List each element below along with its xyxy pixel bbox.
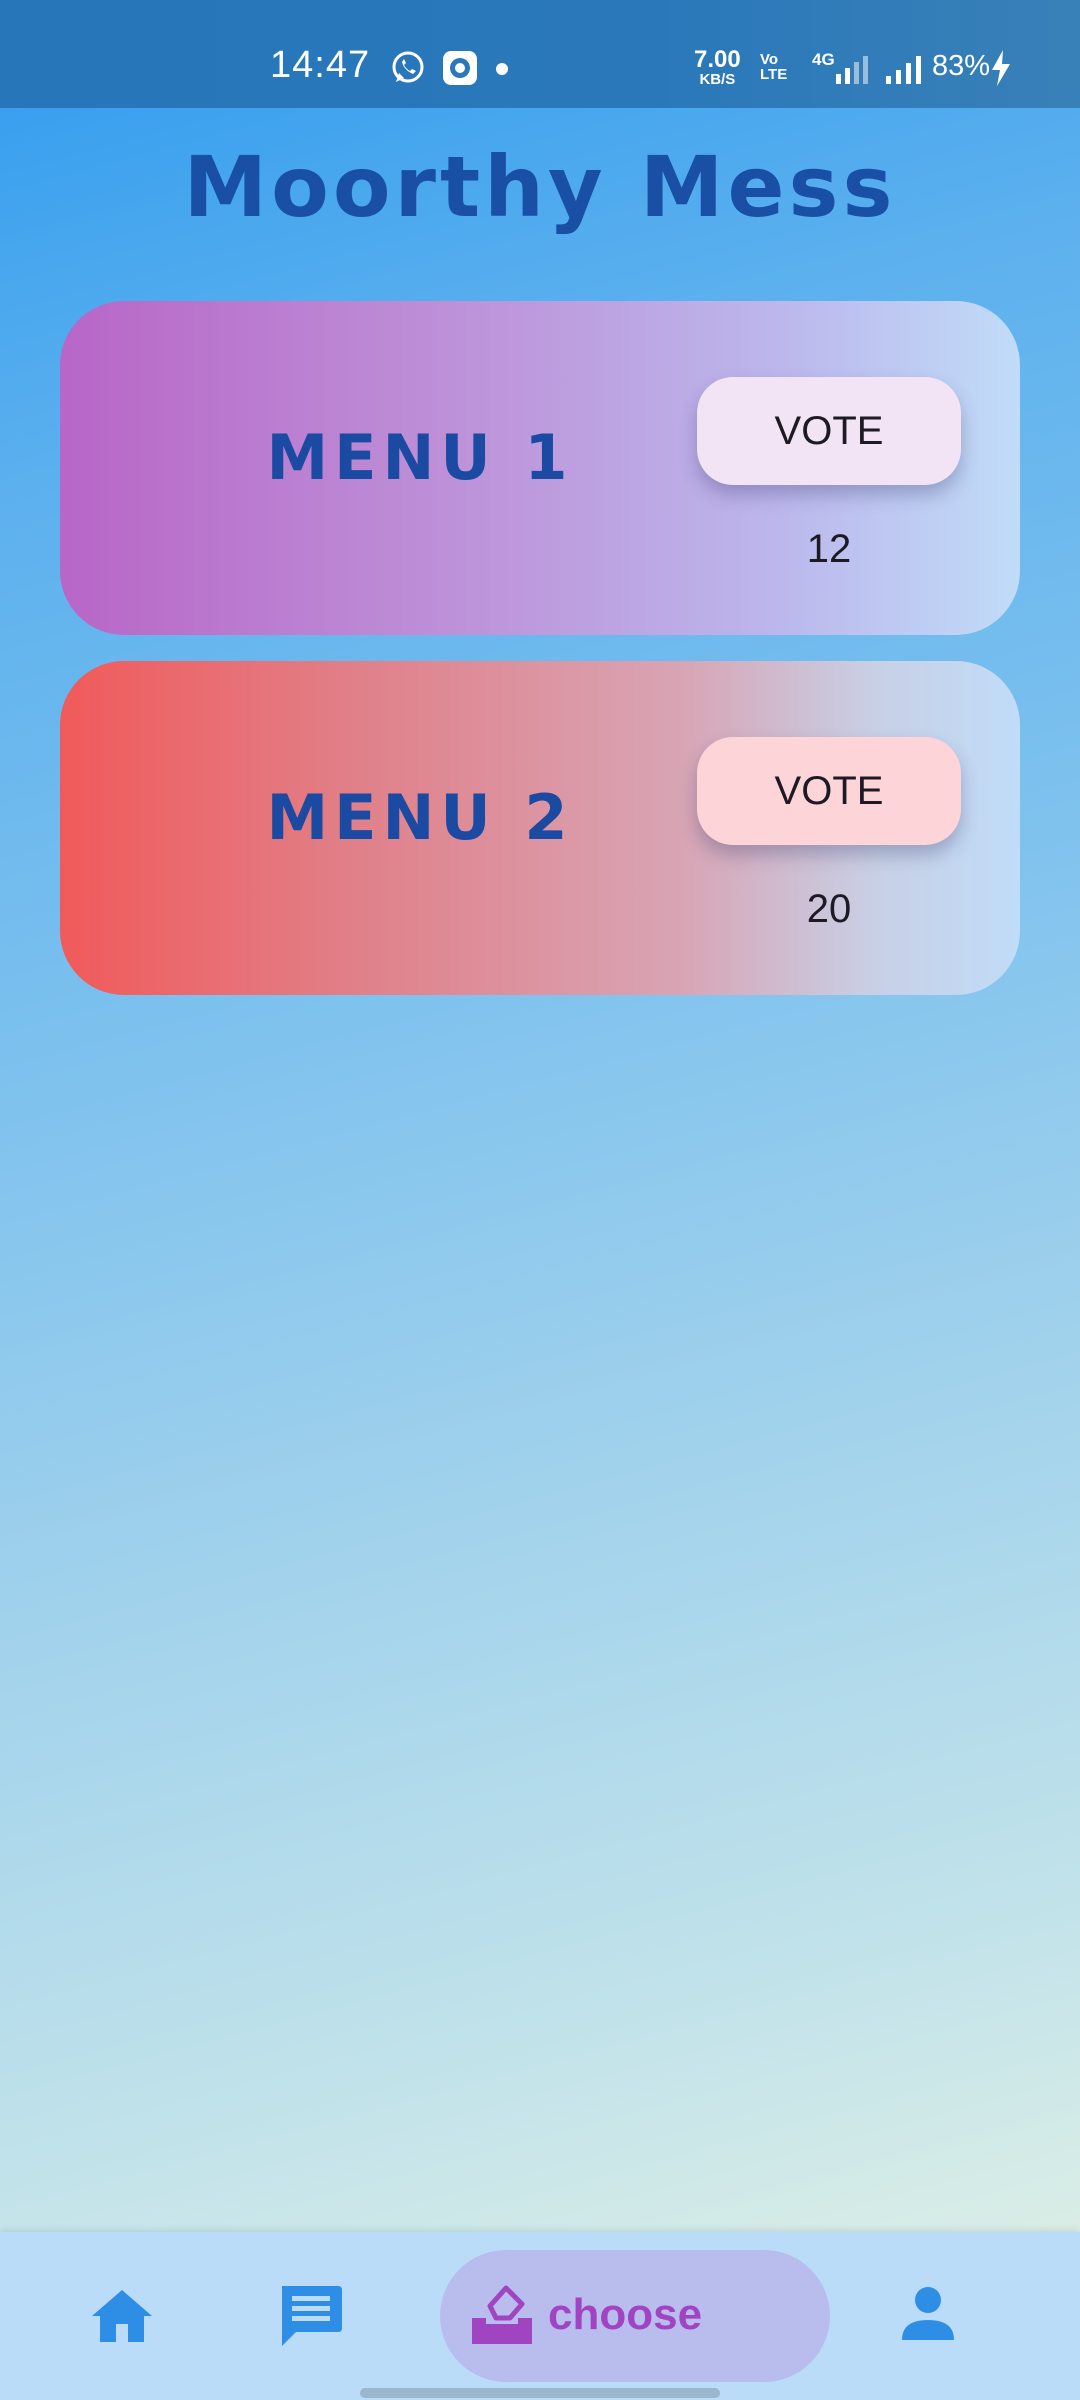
menu-card: MENU 1 VOTE 12: [60, 301, 1020, 635]
menu-label: MENU 1: [266, 421, 574, 494]
page-title: Moorthy Mess: [183, 138, 897, 236]
chat-icon: [282, 2286, 342, 2346]
network-type: 4G: [812, 50, 835, 69]
vote-button[interactable]: VOTE: [697, 737, 961, 845]
nav-choose-label: choose: [548, 2290, 703, 2339]
app-notification-icon: [442, 50, 478, 91]
home-indicator[interactable]: [360, 2388, 720, 2398]
vote-count: 20: [806, 887, 852, 931]
home-icon: [92, 2290, 152, 2342]
battery-level: 83%: [932, 50, 991, 82]
status-bar: 14:47 7.00 KB/S Vo LTE 4G 83%: [0, 0, 1080, 108]
status-time: 14:47: [270, 44, 371, 86]
nav-profile-button[interactable]: [898, 2284, 958, 2344]
menu-card: MENU 2 VOTE 20: [60, 661, 1020, 995]
nav-home-button[interactable]: [90, 2284, 154, 2348]
network-speed: 7.00 KB/S: [694, 46, 741, 88]
nav-chat-button[interactable]: [276, 2282, 344, 2350]
bottom-nav: choose: [0, 2232, 1080, 2400]
signal-icon: [836, 54, 870, 89]
vote-count: 12: [806, 527, 852, 571]
nav-choose-button[interactable]: choose: [440, 2250, 830, 2382]
vote-button[interactable]: VOTE: [697, 377, 961, 485]
menu-label: MENU 2: [266, 781, 574, 854]
dot-icon: [496, 62, 508, 80]
ballot-icon: [472, 2285, 532, 2344]
signal-icon: [886, 54, 924, 89]
whatsapp-icon: [390, 50, 426, 91]
profile-icon: [902, 2287, 954, 2340]
volte-indicator: Vo LTE: [760, 51, 788, 83]
charging-icon: [990, 50, 1012, 91]
